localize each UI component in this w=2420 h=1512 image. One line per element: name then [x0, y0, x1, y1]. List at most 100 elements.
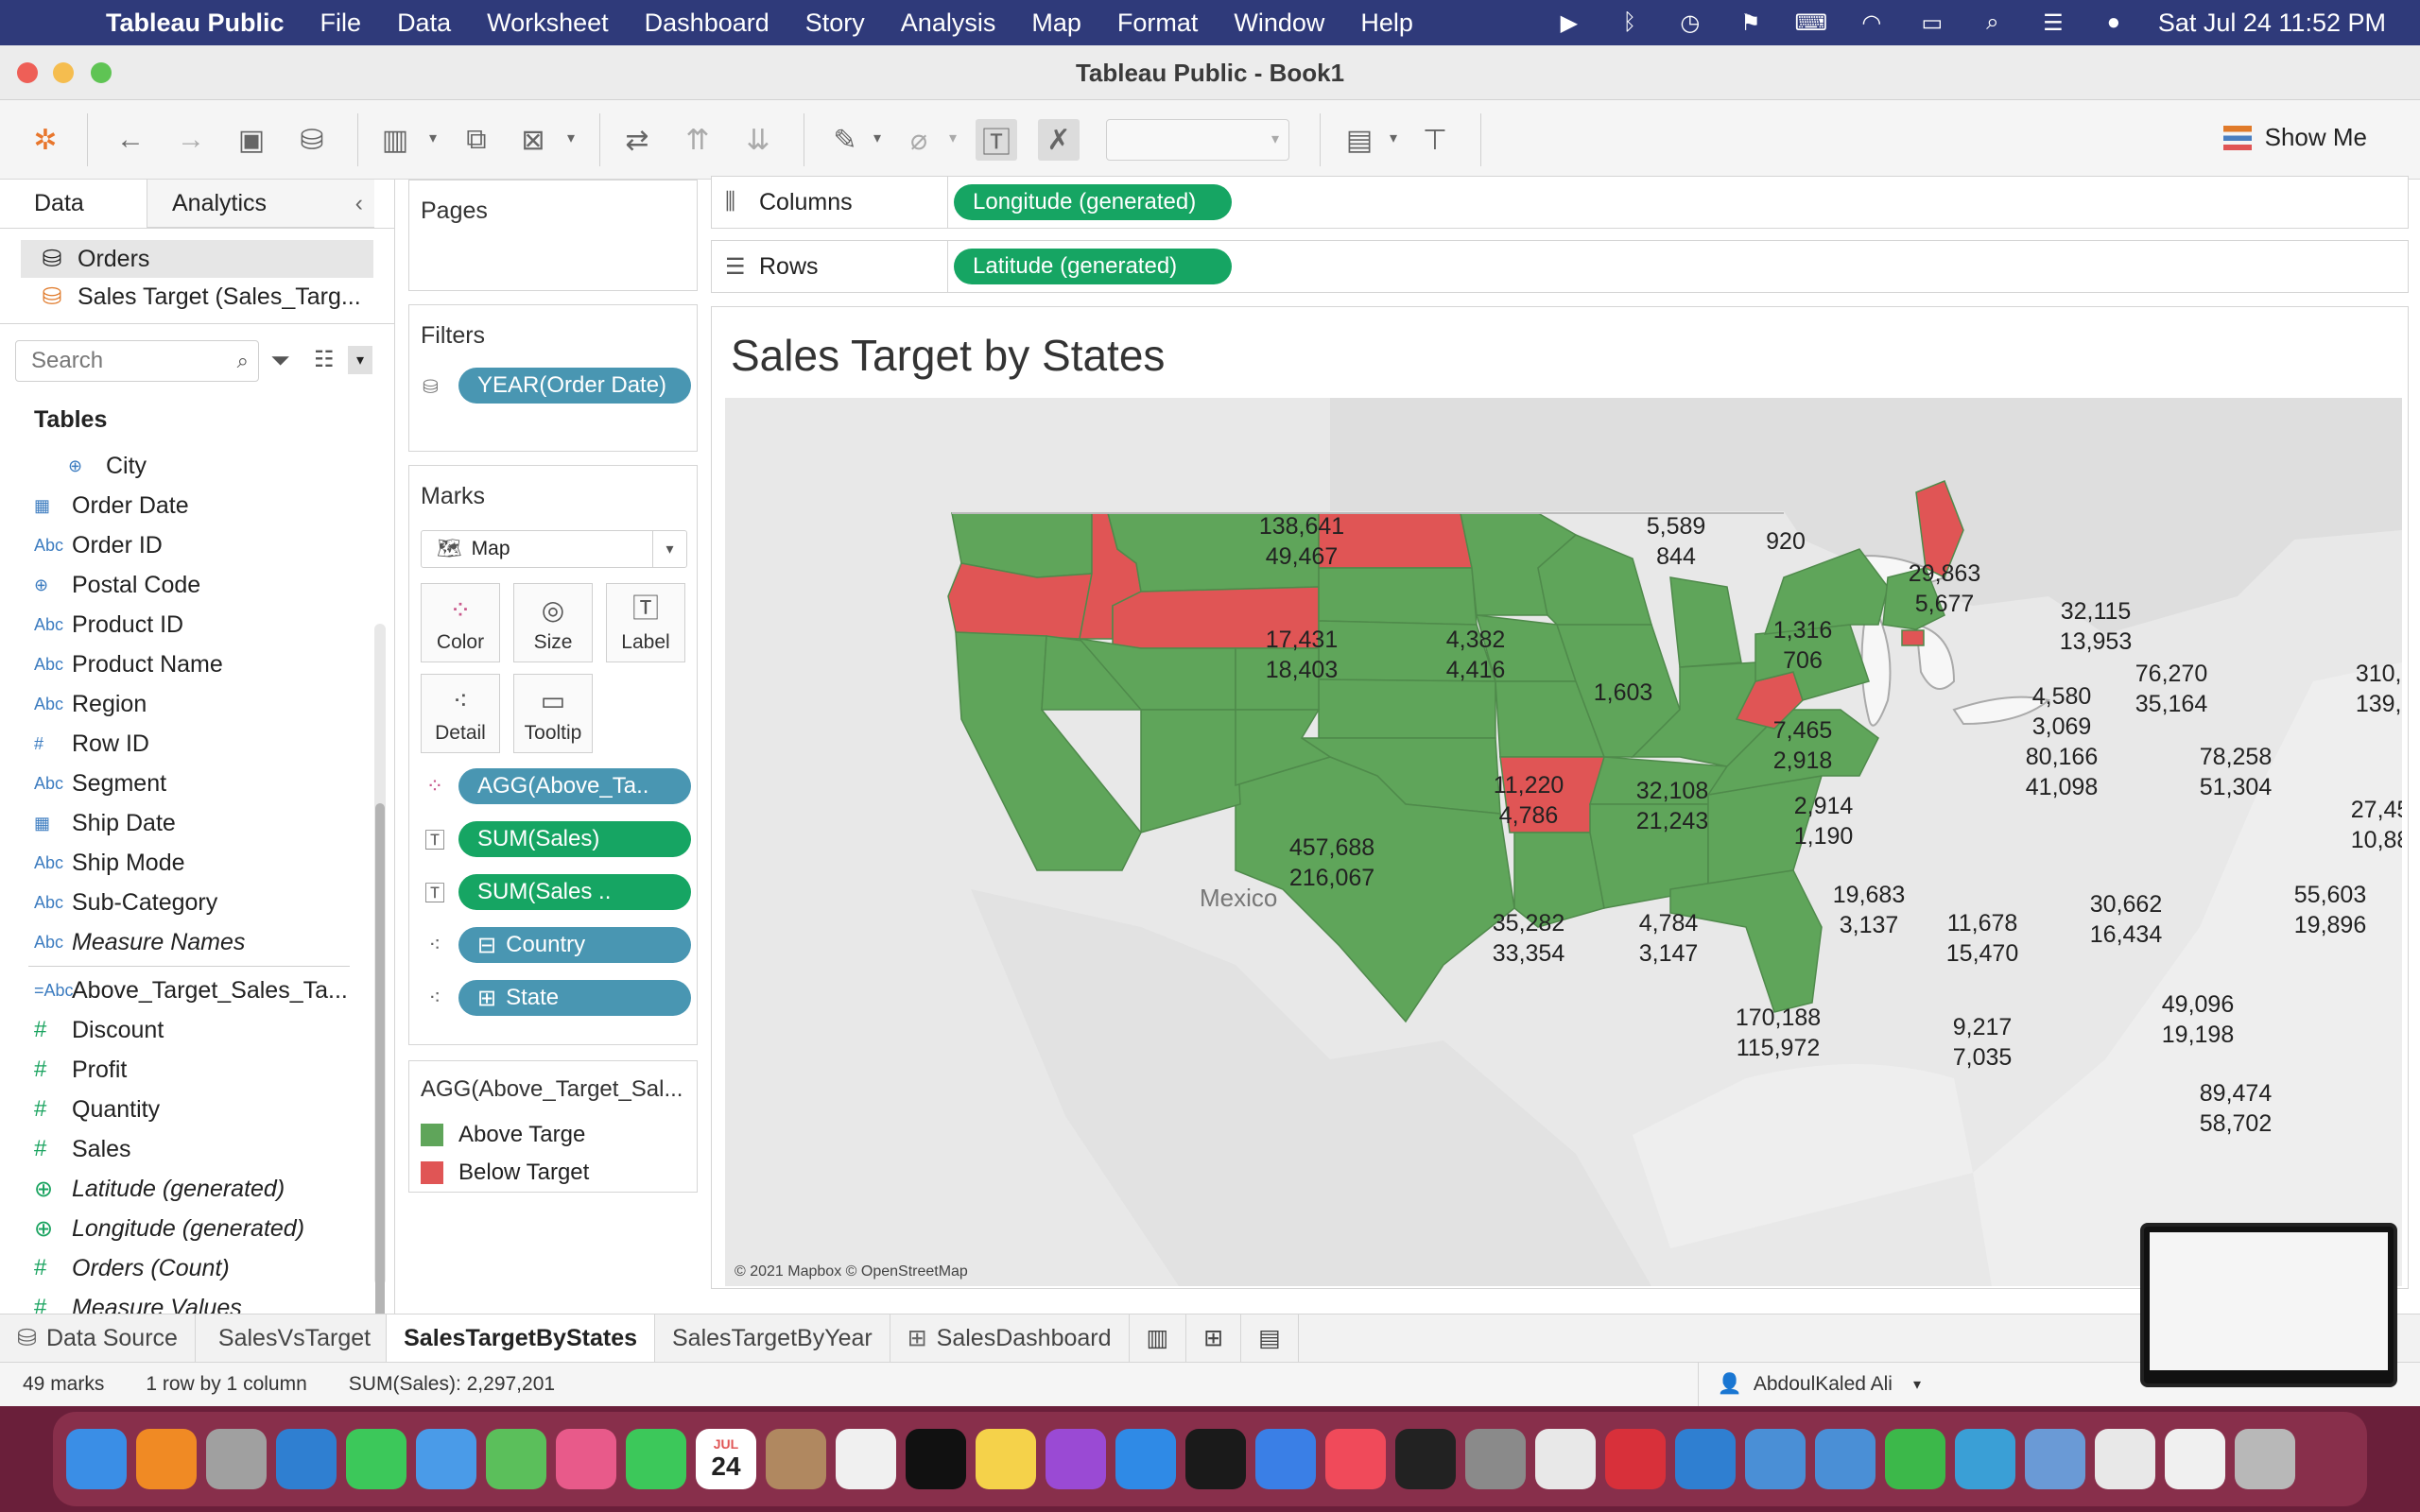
presentation-mode-icon[interactable]: ⊤ — [1414, 119, 1456, 161]
dock-trash-icon[interactable] — [2235, 1429, 2295, 1489]
menu-app-name[interactable]: Tableau Public — [106, 9, 285, 38]
dock-pycharm-icon[interactable] — [1185, 1429, 1246, 1489]
marks-tooltip-button[interactable]: ▭ Tooltip — [513, 674, 593, 753]
menu-window[interactable]: Window — [1234, 9, 1324, 38]
dock-upwork-icon[interactable] — [1885, 1429, 1945, 1489]
field-region[interactable]: Abc Region — [0, 684, 369, 724]
clear-sheet-dropdown-icon[interactable]: ▾ — [567, 129, 575, 147]
dock-photos-icon[interactable] — [556, 1429, 616, 1489]
menu-analysis[interactable]: Analysis — [901, 9, 996, 38]
field-ship-mode[interactable]: Abc Ship Mode — [0, 843, 369, 883]
user-menu[interactable]: 👤 AbdoulKaled Ali ▾ — [1697, 1363, 1940, 1406]
dock-safari-icon[interactable] — [276, 1429, 337, 1489]
field-latitude-generated-[interactable]: ⊕ Latitude (generated) — [0, 1169, 369, 1209]
datasource-orders[interactable]: ⛁ Orders — [21, 240, 373, 278]
dock-vlc-icon[interactable] — [136, 1429, 197, 1489]
sort-ascending-icon[interactable]: ⇈ — [677, 119, 718, 161]
duplicate-sheet-icon[interactable]: ⧉ — [456, 119, 497, 161]
expand-icon[interactable]: ⊞ — [477, 985, 496, 1012]
marks-pill-4[interactable]: ⊞ State — [458, 980, 691, 1016]
collapse-icon[interactable]: ⊟ — [477, 932, 496, 959]
dock-tableau-public-icon[interactable] — [1815, 1429, 1876, 1489]
dock-maps-icon[interactable] — [486, 1429, 546, 1489]
dock-music-icon[interactable] — [1325, 1429, 1386, 1489]
save-icon[interactable]: ▣ — [231, 119, 272, 161]
scrollbar[interactable] — [374, 624, 386, 1465]
swap-rows-columns-icon[interactable]: ⇄ — [616, 119, 658, 161]
group-dropdown-icon[interactable]: ▾ — [949, 129, 957, 147]
dock-expressvpn-icon[interactable] — [1605, 1429, 1666, 1489]
time-machine-icon[interactable]: ◷ — [1674, 10, 1706, 36]
field-row-id[interactable]: # Row ID — [0, 724, 369, 764]
legend-item-below[interactable]: Below Target — [421, 1160, 589, 1186]
state-kansas[interactable] — [1318, 679, 1496, 739]
field-product-id[interactable]: Abc Product ID — [0, 605, 369, 644]
dock-mail-icon[interactable] — [416, 1429, 476, 1489]
map-canvas[interactable]: 138,641 49,467 17,431 18,403 4,382 4,416 5,589… — [725, 398, 2402, 1286]
tab-data[interactable]: Data — [0, 180, 147, 228]
tab-salestargetbyyear[interactable]: SalesTargetByYear — [655, 1314, 890, 1362]
play-icon[interactable]: ▶ — [1553, 10, 1585, 36]
rows-pill-latitude[interactable]: Latitude (generated) — [954, 249, 1232, 284]
show-me-button[interactable]: Show Me — [2222, 123, 2367, 152]
show-cards-icon[interactable]: ▤ — [1339, 119, 1380, 161]
dock-screenshots-icon[interactable] — [2165, 1429, 2225, 1489]
dock-appletv-icon[interactable] — [906, 1429, 966, 1489]
pages-card[interactable]: Pages — [408, 180, 698, 291]
dock-chrome-icon[interactable] — [1535, 1429, 1596, 1489]
dock-podcasts-icon[interactable] — [1046, 1429, 1106, 1489]
dock-quicktime-icon[interactable] — [1955, 1429, 2015, 1489]
menu-format[interactable]: Format — [1117, 9, 1199, 38]
clear-sheet-icon[interactable]: ⊠ — [512, 119, 554, 161]
new-worksheet-dropdown-icon[interactable]: ▾ — [429, 129, 437, 147]
mark-type-dropdown[interactable]: 🗺 Map ▾ — [421, 530, 687, 568]
marks-size-button[interactable]: ◎ Size — [513, 583, 593, 662]
dock-launchpad-icon[interactable] — [206, 1429, 267, 1489]
menu-map[interactable]: Map — [1031, 9, 1081, 38]
tab-salesvstarget[interactable]: SalesVsTarget — [196, 1314, 388, 1362]
state-rhode-island[interactable] — [1901, 629, 1925, 646]
field-ship-date[interactable]: ▦ Ship Date — [0, 803, 369, 843]
marks-label-button[interactable]: 🅃 Label — [606, 583, 685, 662]
highlight-icon[interactable]: ✎ — [824, 119, 866, 161]
legend-item-above[interactable]: Above Targe — [421, 1122, 585, 1148]
dock-finder-icon[interactable] — [66, 1429, 127, 1489]
field-orders-count-[interactable]: # Orders (Count) — [0, 1248, 369, 1288]
group-members-icon[interactable]: ⌀ — [898, 119, 940, 161]
field-postal-code[interactable]: ⊕ Postal Code — [0, 565, 369, 605]
keyboard-icon[interactable]: ⌨ — [1795, 10, 1828, 36]
field-above-target-sales-ta-[interactable]: =Abc Above_Target_Sales_Ta... — [0, 971, 369, 1010]
fit-dropdown[interactable]: ▾ — [1106, 119, 1289, 161]
menu-story[interactable]: Story — [805, 9, 865, 38]
field-product-name[interactable]: Abc Product Name — [0, 644, 369, 684]
new-story-tab-button[interactable]: ▤ — [1241, 1314, 1299, 1362]
field-discount[interactable]: # Discount — [0, 1010, 369, 1050]
filter-icon[interactable]: ⏷ — [270, 346, 290, 376]
marks-pill-3[interactable]: ⊟ Country — [458, 927, 691, 963]
flag-icon[interactable]: ⚑ — [1735, 10, 1767, 36]
dock-tableau-mobile-icon[interactable] — [1255, 1429, 1316, 1489]
columns-pill-longitude[interactable]: Longitude (generated) — [954, 184, 1232, 220]
field-quantity[interactable]: # Quantity — [0, 1090, 369, 1129]
field-profit[interactable]: # Profit — [0, 1050, 369, 1090]
wifi-icon[interactable]: ◠ — [1856, 10, 1888, 36]
field-sub-category[interactable]: Abc Sub-Category — [0, 883, 369, 922]
field-order-id[interactable]: Abc Order ID — [0, 525, 369, 565]
marks-pill-0[interactable]: AGG(Above_Ta.. — [458, 768, 691, 804]
dock-reminders-icon[interactable] — [836, 1429, 896, 1489]
new-dashboard-tab-button[interactable]: ⊞ — [1186, 1314, 1242, 1362]
field-city[interactable]: ⊕ City — [0, 446, 369, 486]
new-worksheet-tab-button[interactable]: ▥ — [1130, 1314, 1187, 1362]
rows-shelf[interactable]: ☰ Rows Latitude (generated) — [711, 240, 2409, 293]
redo-icon[interactable]: → — [170, 119, 212, 161]
dock-terminal-icon[interactable] — [1395, 1429, 1456, 1489]
view-list-icon[interactable]: ☷ — [314, 346, 335, 373]
menu-dashboard[interactable]: Dashboard — [645, 9, 769, 38]
tab-salestargetbystates[interactable]: SalesTargetByStates — [387, 1314, 655, 1362]
menu-help[interactable]: Help — [1360, 9, 1413, 38]
dock-facetime-icon[interactable] — [626, 1429, 686, 1489]
undo-icon[interactable]: ← — [110, 119, 151, 161]
field-measure-names[interactable]: Abc Measure Names — [0, 922, 369, 962]
battery-icon[interactable]: ▭ — [1916, 10, 1948, 36]
show-mark-labels-icon[interactable]: 🅃 — [976, 119, 1017, 161]
